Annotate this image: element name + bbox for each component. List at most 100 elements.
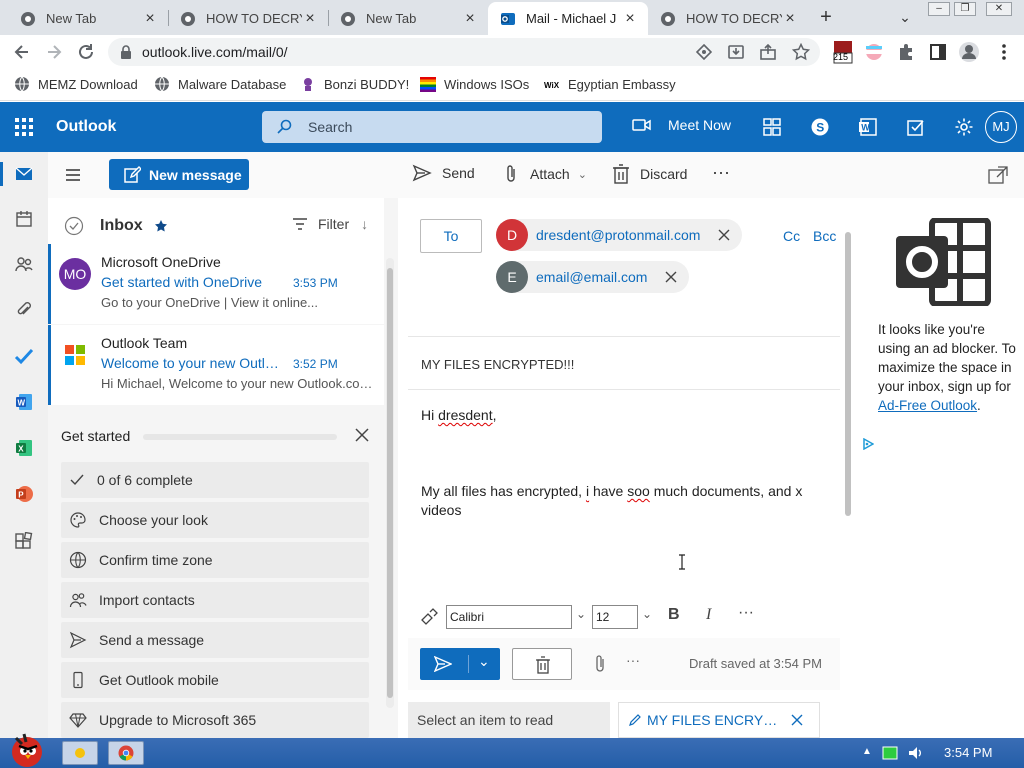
people-icon[interactable]: [14, 254, 34, 274]
more-apps-icon[interactable]: [14, 532, 34, 552]
bookmark-bonzi-buddy[interactable]: Bonzi BUDDY!: [300, 76, 409, 92]
back-arrow-icon[interactable]: [12, 42, 32, 62]
get-started-send-message[interactable]: Send a message: [61, 622, 369, 658]
my-day-grid-icon[interactable]: [762, 117, 782, 137]
hamburger-menu-icon[interactable]: [64, 166, 82, 184]
close-icon[interactable]: [354, 427, 370, 443]
browser-tab-5[interactable]: HOW TO DECRYPT ×: [648, 2, 808, 35]
bookmark-star-icon[interactable]: [792, 43, 810, 61]
filter-button[interactable]: Filter ↓: [292, 216, 368, 232]
more-formatting-icon[interactable]: ···: [738, 604, 754, 622]
excel-icon[interactable]: X: [14, 438, 34, 458]
scrollbar-thumb[interactable]: [845, 232, 851, 516]
angry-bird-start-icon[interactable]: [4, 730, 50, 768]
cc-link[interactable]: Cc: [783, 228, 800, 244]
font-name-input[interactable]: Calibri: [446, 605, 572, 629]
bookmark-malware-database[interactable]: Malware Database: [154, 76, 286, 92]
discard-command[interactable]: Discard: [612, 164, 687, 184]
bold-icon[interactable]: B: [668, 606, 680, 624]
side-panel-icon[interactable]: [928, 42, 948, 62]
more-options-icon[interactable]: ···: [626, 652, 640, 668]
send-split-button[interactable]: ⌄: [420, 648, 500, 680]
more-commands-icon[interactable]: ···: [712, 162, 730, 183]
taskbar-explorer-button[interactable]: [62, 741, 98, 765]
send-icon[interactable]: [434, 656, 452, 672]
flag-extension-icon[interactable]: [864, 42, 884, 62]
italic-icon[interactable]: I: [706, 606, 711, 624]
tab-search-chevron-icon[interactable]: ⌄: [894, 6, 916, 28]
message-body-editor[interactable]: Hi dresdent, My all files has encrypted,…: [421, 406, 833, 539]
address-bar[interactable]: outlook.live.com/mail/0/: [108, 38, 820, 66]
tray-expand-icon[interactable]: ▲: [862, 746, 872, 757]
office-apps-icon[interactable]: W: [858, 117, 878, 137]
todo-check-icon[interactable]: [14, 346, 34, 366]
compose-scrollbar[interactable]: [844, 216, 852, 686]
adchoices-icon[interactable]: [862, 438, 874, 450]
powerpoint-icon[interactable]: P: [14, 484, 34, 504]
reload-icon[interactable]: [76, 42, 96, 62]
scrollbar-thumb[interactable]: [387, 268, 393, 698]
send-options-chevron-icon[interactable]: ⌄: [478, 653, 490, 670]
size-chevron-down-icon[interactable]: ⌄: [642, 607, 652, 621]
app-name[interactable]: Outlook: [56, 118, 116, 136]
more-menu-icon[interactable]: [994, 42, 1014, 62]
extension-calendar-icon[interactable]: 215: [832, 39, 854, 65]
close-tab-icon[interactable]: ×: [622, 10, 638, 27]
browser-tab-4-active[interactable]: Mail - Michael J ×: [488, 2, 648, 35]
bookmark-memz[interactable]: MEMZ Download: [14, 76, 138, 92]
new-tab-icon[interactable]: +: [815, 6, 837, 28]
forward-arrow-icon[interactable]: [44, 42, 64, 62]
profile-avatar-icon[interactable]: [958, 41, 980, 63]
paperclip-icon[interactable]: [14, 300, 34, 320]
attach-command[interactable]: Attach ⌄: [502, 164, 587, 184]
mail-icon[interactable]: [14, 164, 34, 184]
bookmark-egyptian-embassy[interactable]: WiX Egyptian Embassy: [544, 76, 676, 92]
meet-now-button[interactable]: Meet Now: [632, 117, 731, 133]
remove-recipient-icon[interactable]: [665, 271, 677, 283]
attach-paperclip-icon[interactable]: [592, 654, 608, 674]
get-started-import-contacts[interactable]: Import contacts: [61, 582, 369, 618]
pop-out-icon[interactable]: [988, 166, 1008, 184]
get-started-choose-look[interactable]: Choose your look: [61, 502, 369, 538]
send-command[interactable]: Send: [412, 164, 475, 182]
extensions-puzzle-icon[interactable]: [896, 42, 916, 62]
list-item[interactable]: Outlook Team Welcome to your new Outlook…: [48, 325, 384, 405]
select-all-checkbox-icon[interactable]: [64, 216, 84, 236]
remove-recipient-icon[interactable]: [718, 229, 730, 241]
get-started-outlook-mobile[interactable]: Get Outlook mobile: [61, 662, 369, 698]
lock-icon[interactable]: [120, 45, 132, 59]
browser-tab-1[interactable]: New Tab ×: [8, 2, 168, 35]
close-tab-icon[interactable]: ×: [142, 10, 158, 27]
share-icon[interactable]: [760, 44, 776, 60]
network-status-icon[interactable]: [882, 746, 898, 760]
get-started-time-zone[interactable]: Confirm time zone: [61, 542, 369, 578]
skype-icon[interactable]: S: [810, 117, 830, 137]
list-item[interactable]: MO Microsoft OneDrive Get started with O…: [48, 244, 384, 324]
discard-button[interactable]: [512, 648, 572, 680]
taskbar-chrome-button[interactable]: [108, 741, 144, 765]
close-window-icon[interactable]: ✕: [986, 2, 1012, 16]
volume-icon[interactable]: [908, 746, 924, 760]
tab-select-item[interactable]: Select an item to read: [408, 702, 610, 738]
feedback-icon[interactable]: [906, 117, 926, 137]
install-app-icon[interactable]: [728, 44, 744, 60]
share-diamond-icon[interactable]: [696, 44, 712, 60]
to-button[interactable]: To: [420, 219, 482, 253]
favorite-star-icon[interactable]: [154, 219, 168, 233]
app-launcher-icon[interactable]: [14, 117, 34, 137]
bookmark-windows-isos[interactable]: Windows ISOs: [420, 76, 529, 92]
close-tab-icon[interactable]: ×: [302, 10, 318, 27]
get-started-upgrade[interactable]: Upgrade to Microsoft 365: [61, 702, 369, 738]
settings-gear-icon[interactable]: [954, 117, 974, 137]
word-icon[interactable]: W: [14, 392, 34, 412]
list-scrollbar[interactable]: [386, 258, 394, 708]
browser-tab-3[interactable]: New Tab ×: [328, 2, 488, 35]
font-size-input[interactable]: 12: [592, 605, 638, 629]
recipient-chip[interactable]: E email@email.com: [496, 261, 690, 293]
font-chevron-down-icon[interactable]: ⌄: [576, 607, 586, 621]
tab-draft[interactable]: MY FILES ENCRYPTED!!!: [618, 702, 820, 738]
calendar-icon[interactable]: [14, 209, 34, 229]
recipient-chip[interactable]: D dresdent@protonmail.com: [496, 219, 743, 251]
account-avatar[interactable]: MJ: [985, 111, 1017, 143]
restore-window-icon[interactable]: ❐: [954, 2, 976, 16]
